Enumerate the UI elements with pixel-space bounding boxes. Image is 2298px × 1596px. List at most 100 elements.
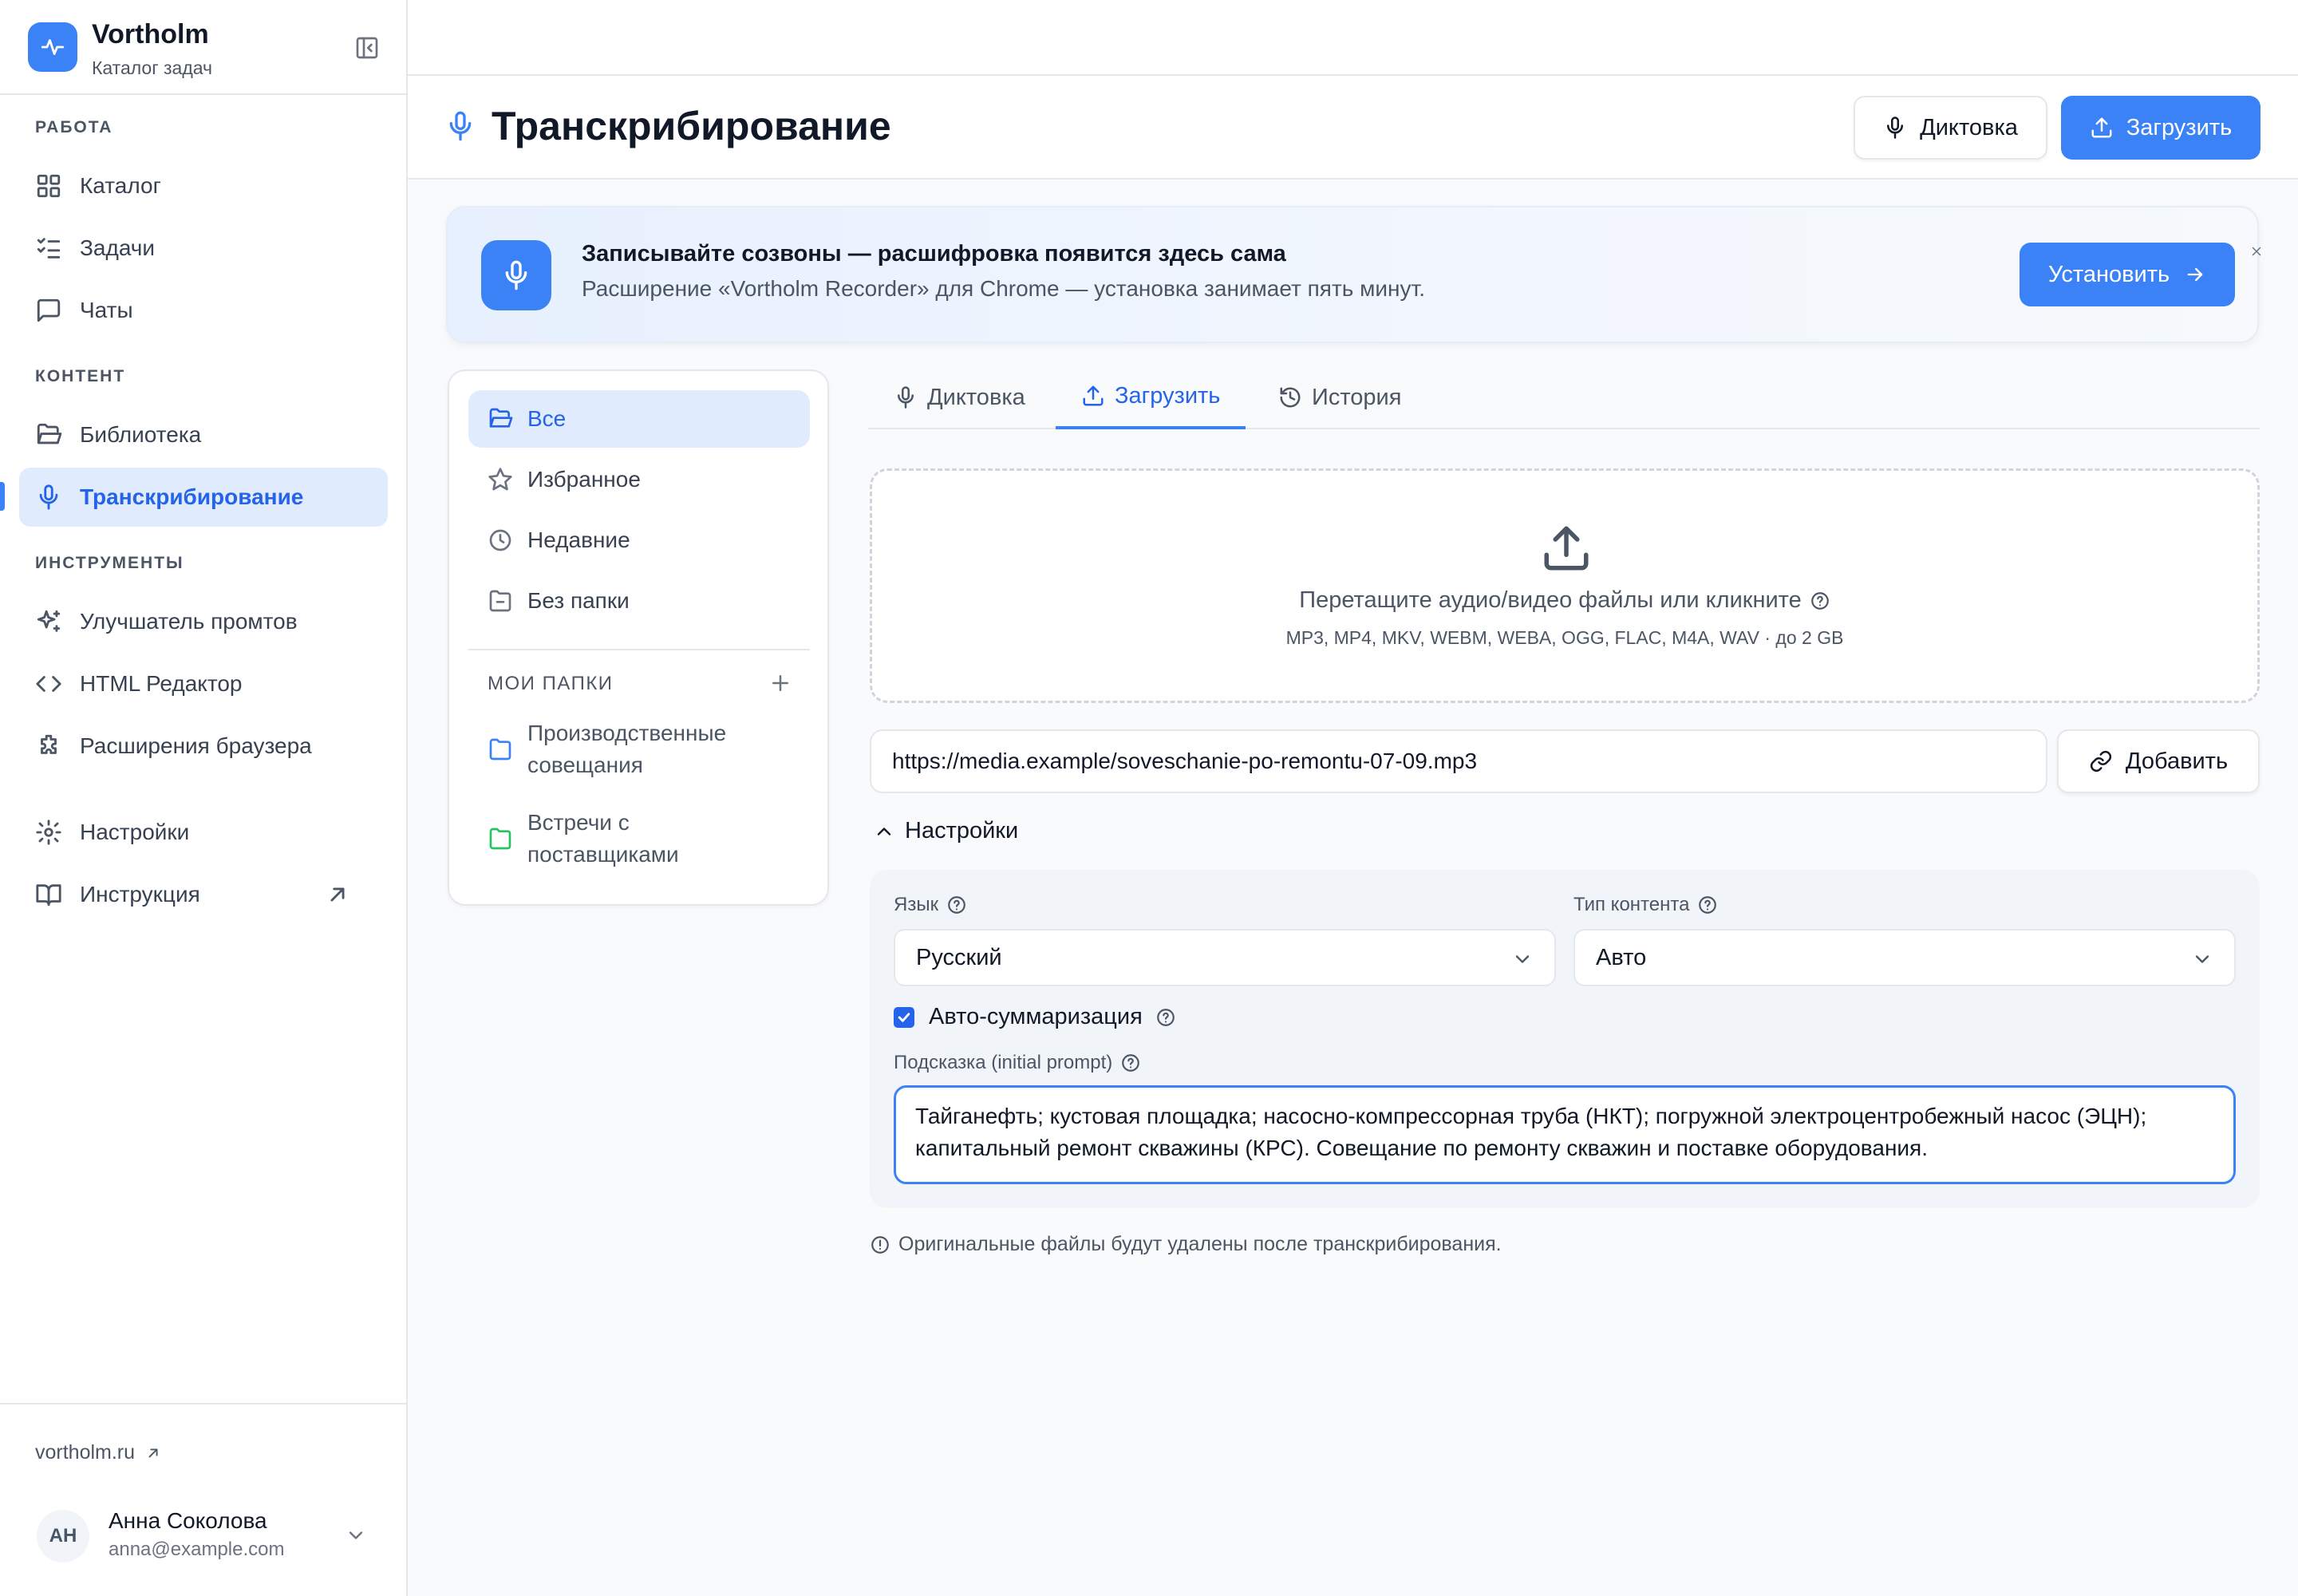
folder-label: поставщиками [527,842,679,867]
help-circle-icon[interactable] [1120,1053,1141,1073]
help-circle-icon[interactable] [1810,591,1830,611]
url-input[interactable] [870,729,2047,793]
folder-supplier-meetings[interactable]: Встречи с поставщиками [488,807,679,871]
folders-panel: Все Избранное Недавние Без папки МОИ ПАП… [448,369,829,906]
main-content: Транскрибирование Диктовка Загрузить Зап… [408,0,2298,1596]
sidebar-item-label: Инструкция [80,882,200,907]
sidebar-item-label: Библиотека [80,422,202,447]
extension-banner: Записывайте созвоны — расшифровка появит… [446,206,2261,343]
sidebar-item-chats[interactable]: Чаты [19,281,388,340]
help-circle-icon[interactable] [946,895,967,915]
dropzone-text: Перетащите аудио/видео файлы или кликнит… [872,587,2257,614]
install-button[interactable]: Установить [2020,243,2235,306]
sidebar-item-settings[interactable]: Настройки [19,803,388,862]
tab-label: Загрузить [1115,382,1221,409]
chevron-down-icon [1515,955,1530,963]
content-type-label-text: Тип контента [1573,894,1690,915]
prompt-label-text: Подсказка (initial prompt) [894,1052,1113,1073]
sidebar-collapse-icon[interactable] [354,35,383,61]
initial-prompt-textarea[interactable]: Тайганефть; кустовая площадка; насосно-к… [894,1085,2236,1184]
upload-icon [1544,526,1589,571]
mic-icon [39,484,58,510]
user-email: anna@example.com [109,1539,285,1560]
banner-title: Записывайте созвоны — расшифровка появит… [582,241,1286,267]
folder-label: Избранное [527,467,641,492]
app-name: Vortholm [92,19,209,49]
folder-label: Все [527,406,567,431]
auto-summary-checkbox[interactable] [894,1006,914,1028]
section-content: КОНТЕНТ [35,367,126,385]
close-icon[interactable] [2249,244,2264,259]
external-link-icon [148,1448,158,1457]
info-circle-icon [871,1235,889,1254]
tab-label: История [1312,384,1402,410]
sidebar-item-html-editor[interactable]: HTML Редактор [19,654,388,713]
banner-text: Расширение «Vortholm Recorder» для Chrom… [582,276,1425,301]
page-header: Транскрибирование Диктовка Загрузить [408,76,2298,180]
file-dropzone[interactable]: Перетащите аудио/видео файлы или кликнит… [870,468,2260,703]
deletion-note: Оригинальные файлы будут удалены после т… [870,1233,1502,1256]
install-button-label: Установить [2047,261,2170,287]
tab-dictation[interactable]: Диктовка [894,365,1025,429]
folder-production-meetings[interactable]: Производственные совещания [488,717,726,781]
sidebar-item-browser-extensions[interactable]: Расширения браузера [19,717,388,776]
folder-no-folder[interactable]: Без папки [468,572,810,630]
add-url-button[interactable]: Добавить [2057,729,2260,793]
tab-label: Диктовка [927,384,1025,410]
folder-icon [489,828,511,850]
folder-recent[interactable]: Недавние [468,512,810,569]
sidebar-item-catalog[interactable]: Каталог [19,156,388,215]
sidebar-item-prompt-enhancer[interactable]: Улучшатель промтов [19,592,388,651]
sidebar-item-label: Каталог [80,173,161,198]
language-select[interactable]: Русский [894,929,1556,986]
prompt-line: капитальный ремонт скважины (КРС). Совещ… [915,1136,1928,1160]
content-type-value: Авто [1596,944,1647,970]
dropzone-formats: MP3, MP4, MKV, WEBM, WEBA, OGG, FLAC, M4… [1285,627,1844,648]
help-circle-icon[interactable] [1155,1007,1176,1028]
deletion-note-text: Оригинальные файлы будут удалены после т… [898,1233,1502,1255]
app-logo-icon[interactable] [28,22,77,72]
folder-all[interactable]: Все [468,390,810,448]
dropzone-label: Перетащите аудио/видео файлы или кликнит… [1299,587,1802,613]
help-circle-icon[interactable] [1697,895,1718,915]
sidebar-item-transcription[interactable]: Транскрибирование [19,468,388,527]
star-icon [488,468,512,491]
top-bar [408,0,2298,76]
tab-history[interactable]: История [1278,365,1401,429]
sidebar-item-label: Чаты [80,298,133,322]
dictation-button-label: Диктовка [1920,114,2018,140]
settings-toggle[interactable]: Настройки [873,818,1018,844]
check-icon [898,1012,910,1022]
sidebar-item-library[interactable]: Библиотека [19,405,388,464]
tabs: Диктовка Загрузить История [868,365,2260,429]
puzzle-icon [41,734,57,754]
upload-icon [1083,385,1104,406]
folder-minus-icon [489,590,511,612]
content-type-select[interactable]: Авто [1573,929,2236,986]
folder-favorites[interactable]: Избранное [468,451,810,508]
app-subtitle: Каталог задач [92,57,213,78]
list-checks-icon [37,238,61,259]
sparkles-icon [37,610,61,632]
sidebar-item-instructions[interactable]: Инструкция [19,865,388,924]
site-link-label: vortholm.ru [35,1441,136,1464]
grid-icon [37,174,61,198]
auto-summary-label: Авто-суммаризация [929,1004,1143,1029]
chevron-down-icon[interactable] [345,1524,367,1547]
tab-upload[interactable]: Загрузить [1056,365,1246,429]
language-label-text: Язык [894,894,939,915]
history-icon [1280,387,1301,408]
folder-label: Встречи с [527,810,630,835]
upload-button[interactable]: Загрузить [2061,96,2260,160]
active-indicator [0,482,5,511]
site-link[interactable]: vortholm.ru [35,1441,162,1464]
external-link-icon [330,887,345,902]
folder-label: Производственные [527,721,727,745]
plus-icon[interactable] [768,671,792,695]
sidebar-item-tasks[interactable]: Задачи [19,219,388,278]
language-label: Язык [894,894,967,916]
dictation-button[interactable]: Диктовка [1854,96,2047,160]
mic-icon [481,240,551,310]
mic-icon [449,111,472,141]
avatar[interactable]: АН [37,1510,89,1562]
